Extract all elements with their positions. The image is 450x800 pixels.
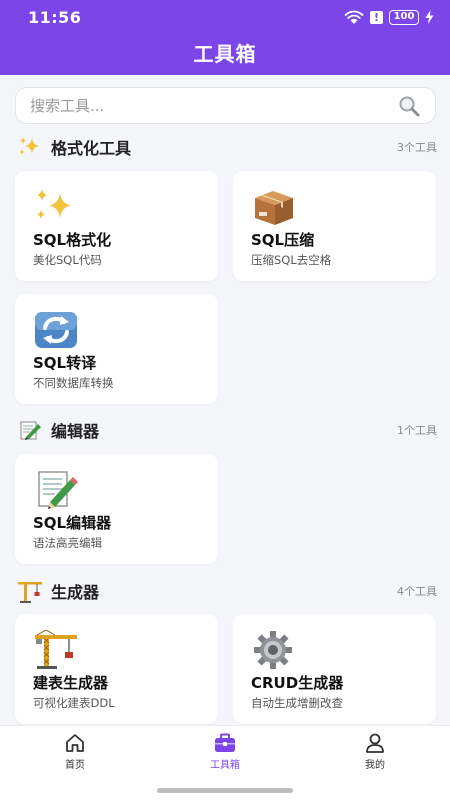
- nav-item-toolbox[interactable]: 工具箱: [180, 732, 270, 772]
- section-title-group: 格式化工具: [17, 135, 131, 159]
- tool-card-title: SQL压缩: [251, 231, 315, 249]
- sparkles-icon: [37, 189, 71, 219]
- nav-item-mine[interactable]: 我的: [330, 732, 420, 772]
- toolbox-icon: [215, 733, 235, 752]
- tool-card-title: SQL转译: [33, 354, 97, 372]
- home-indicator[interactable]: [157, 788, 293, 793]
- tool-card-desc: 压缩SQL去空格: [251, 253, 332, 267]
- tool-card-table-generator[interactable]: 建表生成器 可视化建表DDL: [15, 614, 218, 724]
- construction-crane-icon: [18, 582, 42, 603]
- section-count: 4个工具: [397, 585, 437, 598]
- tool-card-sql-format[interactable]: SQL格式化 美化SQL代码: [15, 171, 218, 281]
- tool-card-sql-translate[interactable]: SQL转译 不同数据库转换: [15, 294, 218, 404]
- tool-card-title: CRUD生成器: [251, 674, 344, 692]
- memo-pencil-icon: [38, 471, 78, 509]
- memo-pencil-icon: [20, 421, 41, 440]
- nav-label: 首页: [65, 760, 85, 771]
- section-title: 格式化工具: [51, 139, 132, 158]
- section-title-group: 生成器: [17, 579, 99, 603]
- gear-icon: [254, 631, 292, 669]
- package-box-icon: [255, 191, 293, 225]
- section-title: 生成器: [51, 583, 100, 602]
- nav-label: 工具箱: [210, 760, 240, 771]
- tool-card-title: SQL格式化: [33, 231, 112, 249]
- tool-card-desc: 美化SQL代码: [33, 253, 102, 267]
- search-input[interactable]: [30, 96, 397, 115]
- search-icon[interactable]: [397, 94, 421, 118]
- section-title: 编辑器: [51, 422, 100, 441]
- section-header-editor: 编辑器 1个工具: [17, 417, 437, 443]
- tool-list[interactable]: 格式化工具 3个工具 SQL格式化 美化SQL代码 SQL压缩 压缩SQL去空格: [0, 0, 450, 725]
- section-header-generator: 生成器 4个工具: [17, 578, 437, 604]
- home-icon: [66, 734, 84, 752]
- tool-card-crud-generator[interactable]: CRUD生成器 自动生成增删改查: [233, 614, 436, 724]
- tool-card-sql-compress[interactable]: SQL压缩 压缩SQL去空格: [233, 171, 436, 281]
- section-title-group: 编辑器: [17, 418, 99, 442]
- tool-card-desc: 不同数据库转换: [33, 376, 114, 390]
- tool-card-title: SQL编辑器: [33, 514, 112, 532]
- section-count: 1个工具: [397, 424, 437, 437]
- tool-card-desc: 自动生成增删改查: [251, 696, 343, 710]
- user-icon: [366, 733, 384, 753]
- construction-crane-icon: [35, 630, 77, 669]
- tool-card-desc: 语法高亮编辑: [33, 536, 102, 550]
- nav-label: 我的: [365, 760, 385, 771]
- sparkles-icon: [19, 137, 39, 155]
- app-root: 11:56 ! 100 工具箱 搜索工具... 格式化工具 3个工具 SQL格式…: [0, 0, 450, 800]
- refresh-arrows-icon: [35, 312, 77, 348]
- section-header-format: 格式化工具 3个工具: [17, 134, 437, 160]
- nav-item-home[interactable]: 首页: [30, 732, 120, 772]
- tool-card-sql-editor[interactable]: SQL编辑器 语法高亮编辑: [15, 454, 218, 564]
- section-count: 3个工具: [397, 141, 437, 154]
- search-bar[interactable]: [15, 87, 436, 124]
- tool-card-desc: 可视化建表DDL: [33, 696, 115, 710]
- tool-card-title: 建表生成器: [33, 674, 109, 692]
